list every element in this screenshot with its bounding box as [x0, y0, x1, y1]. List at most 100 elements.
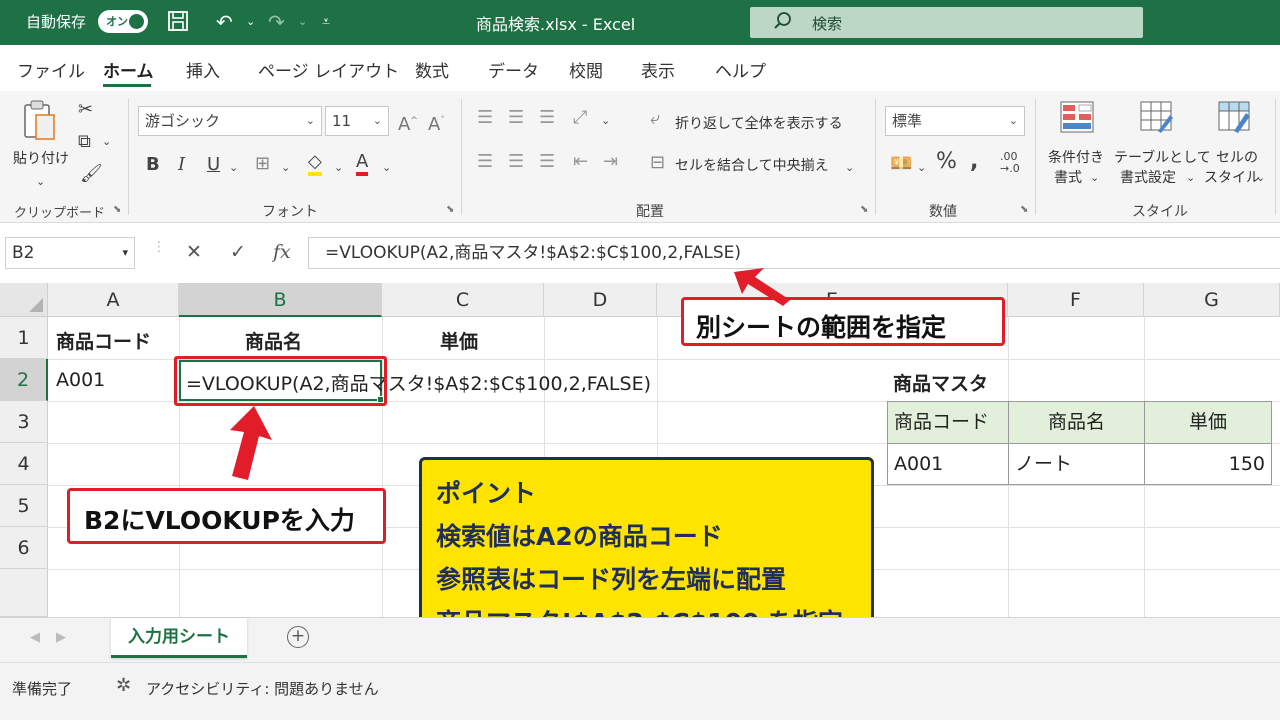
sheet-tab-active[interactable]: 入力用シート — [111, 618, 247, 658]
orientation-dropdown-icon[interactable]: ⌄ — [601, 110, 610, 132]
row-header-5[interactable]: 5 — [0, 485, 48, 527]
paste-label[interactable]: 貼り付け — [13, 148, 69, 168]
wrap-text-button[interactable]: 折り返して全体を表示する — [675, 113, 843, 133]
font-color-dropdown-icon[interactable]: ⌄ — [382, 157, 391, 179]
column-header-f[interactable]: F — [1008, 283, 1144, 317]
name-box[interactable]: B2 ▾ — [5, 237, 135, 269]
master-header-name[interactable]: 商品名 — [1008, 401, 1145, 444]
save-icon[interactable] — [166, 9, 190, 35]
decimal-icon[interactable]: .00 →.0 — [1000, 151, 1020, 175]
row-header-4[interactable]: 4 — [0, 443, 48, 485]
master-table-title[interactable]: 商品マスタ — [893, 369, 988, 396]
format-as-table-icon[interactable] — [1140, 101, 1174, 133]
number-launcher-icon[interactable]: ⬊ — [1020, 204, 1028, 215]
currency-icon[interactable]: 💴 — [890, 153, 912, 175]
paste-dropdown-icon[interactable]: ⌄ — [36, 171, 45, 193]
border-dropdown-icon[interactable]: ⌄ — [281, 157, 290, 179]
column-header-b[interactable]: B — [179, 283, 382, 317]
conditional-dropdown-icon[interactable]: ⌄ — [1090, 167, 1099, 189]
master-header-price[interactable]: 単価 — [1144, 401, 1272, 444]
orientation-icon[interactable]: ⤢ — [573, 107, 587, 129]
row-header-7[interactable] — [0, 569, 48, 617]
align-top-icon[interactable]: ☰ — [477, 107, 493, 129]
table-dropdown-icon[interactable]: ⌄ — [1186, 167, 1195, 189]
align-center-icon[interactable]: ☰ — [508, 151, 524, 173]
sheet-scroll-left-icon[interactable]: ◀ — [30, 630, 40, 645]
border-icon[interactable]: ⊞ — [255, 153, 270, 175]
redo-icon[interactable]: ↷ — [268, 9, 285, 35]
paste-icon[interactable] — [22, 99, 58, 149]
merge-center-button[interactable]: セルを結合して中央揃え — [675, 155, 829, 175]
font-launcher-icon[interactable]: ⬊ — [446, 204, 454, 215]
cell-styles-icon[interactable] — [1218, 101, 1252, 133]
percent-icon[interactable]: % — [936, 151, 957, 173]
comma-style-icon[interactable]: , — [970, 151, 978, 173]
row-header-3[interactable]: 3 — [0, 401, 48, 443]
master-cell-price[interactable]: 150 — [1144, 443, 1272, 485]
fill-color-icon[interactable]: ◇ — [308, 151, 322, 176]
master-header-code[interactable]: 商品コード — [887, 401, 1009, 444]
font-size-select[interactable]: 11 ⌄ — [325, 106, 389, 136]
master-cell-name[interactable]: ノート — [1008, 443, 1145, 485]
tab-file[interactable]: ファイル — [17, 57, 85, 82]
format-as-table-line1[interactable]: テーブルとして — [1114, 147, 1211, 167]
wrap-text-icon[interactable]: ⤶ — [650, 108, 660, 130]
copy-icon[interactable]: ⧉ — [78, 131, 91, 153]
add-sheet-icon[interactable]: + — [287, 626, 309, 648]
cell-b1[interactable]: 商品名 — [245, 327, 302, 354]
currency-dropdown-icon[interactable]: ⌄ — [917, 157, 926, 179]
decrease-indent-icon[interactable]: ⇤ — [573, 151, 588, 173]
cancel-formula-icon[interactable]: ✕ — [186, 241, 202, 263]
autosave-toggle[interactable]: オン — [98, 10, 148, 33]
tab-data[interactable]: データ — [488, 57, 539, 82]
italic-icon[interactable]: I — [178, 154, 185, 176]
undo-dropdown-icon[interactable]: ⌄ — [246, 9, 255, 35]
confirm-formula-icon[interactable]: ✓ — [230, 241, 246, 263]
increase-font-icon[interactable]: A^ — [398, 110, 418, 136]
font-name-select[interactable]: 游ゴシック ⌄ — [138, 106, 322, 136]
customize-toolbar-icon[interactable]: ⩡ — [322, 9, 330, 35]
select-all-button[interactable] — [0, 283, 48, 317]
conditional-format-icon[interactable] — [1060, 101, 1094, 133]
tab-home[interactable]: ホーム — [103, 57, 154, 82]
increase-indent-icon[interactable]: ⇥ — [603, 151, 618, 173]
cell-a2[interactable]: A001 — [56, 369, 105, 391]
underline-dropdown-icon[interactable]: ⌄ — [229, 157, 238, 179]
align-middle-icon[interactable]: ☰ — [508, 107, 524, 129]
cell-styles-line1[interactable]: セルの — [1216, 147, 1258, 167]
accessibility-icon[interactable]: ✲ — [116, 675, 131, 696]
sheet-scroll-right-icon[interactable]: ▶ — [56, 630, 66, 645]
tab-insert[interactable]: 挿入 — [186, 57, 220, 82]
format-as-table-line2[interactable]: 書式設定 — [1120, 167, 1176, 187]
search-box[interactable]: 検索 — [750, 7, 1143, 38]
cell-styles-dropdown-icon[interactable]: ⌄ — [1256, 167, 1265, 189]
fill-dropdown-icon[interactable]: ⌄ — [334, 157, 343, 179]
align-left-icon[interactable]: ☰ — [477, 151, 493, 173]
decrease-font-icon[interactable]: Aˇ — [428, 110, 445, 136]
merge-dropdown-icon[interactable]: ⌄ — [845, 157, 854, 179]
cut-icon[interactable]: ✂ — [78, 99, 93, 121]
tab-formulas[interactable]: 数式 — [415, 57, 449, 82]
clipboard-launcher-icon[interactable]: ⬊ — [113, 204, 121, 215]
column-header-d[interactable]: D — [544, 283, 657, 317]
align-right-icon[interactable]: ☰ — [539, 151, 555, 173]
column-header-a[interactable]: A — [48, 283, 179, 317]
merge-center-icon[interactable]: ⊟ — [650, 152, 665, 174]
copy-dropdown-icon[interactable]: ⌄ — [102, 131, 111, 153]
insert-function-icon[interactable]: fx — [273, 241, 291, 263]
number-format-select[interactable]: 標準 ⌄ — [885, 106, 1025, 136]
row-header-2[interactable]: 2 — [0, 359, 48, 401]
column-header-g[interactable]: G — [1144, 283, 1280, 317]
tab-help[interactable]: ヘルプ — [715, 57, 766, 82]
conditional-format-line2[interactable]: 書式 — [1054, 167, 1082, 187]
cell-a1[interactable]: 商品コード — [56, 327, 151, 354]
bold-icon[interactable]: B — [146, 154, 160, 176]
cell-c1[interactable]: 単価 — [440, 327, 478, 354]
tab-review[interactable]: 校閲 — [569, 57, 603, 82]
align-bottom-icon[interactable]: ☰ — [539, 107, 555, 129]
column-header-c[interactable]: C — [382, 283, 544, 317]
underline-icon[interactable]: U — [207, 154, 220, 176]
accessibility-status[interactable]: アクセシビリティ: 問題ありません — [146, 678, 379, 699]
row-header-6[interactable]: 6 — [0, 527, 48, 569]
cell-styles-line2[interactable]: スタイル — [1204, 167, 1260, 187]
